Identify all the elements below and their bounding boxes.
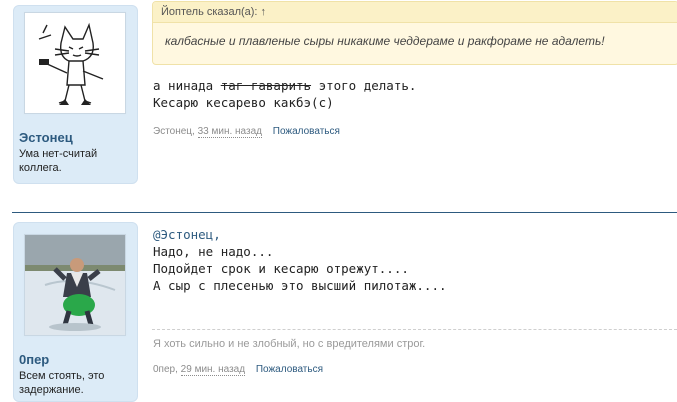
quote-text: калбасные и плавленые сыры никакиме чедд… (165, 34, 605, 48)
message-line: Кесарю кесарево какбэ(с) (153, 95, 334, 110)
message-text: а нинада таг гаварить этого делать. Кеса… (153, 77, 416, 111)
user-title: Всем стоять, это задержание. (19, 370, 105, 396)
message-text: @Эстонец, Надо, не надо... Подойдет срок… (153, 226, 447, 294)
avatar[interactable] (24, 12, 126, 114)
person-photo-avatar (25, 235, 125, 335)
message-text-part: этого делать. (311, 78, 417, 93)
post-separator (12, 212, 677, 213)
post-date[interactable]: 33 мин. назад (197, 126, 262, 138)
report-link[interactable]: Пожаловаться (273, 126, 340, 137)
username[interactable]: 0пер (19, 352, 49, 367)
post-date[interactable]: 29 мин. назад (180, 364, 246, 376)
message-line: Надо, не надо... (153, 244, 274, 259)
signature: Я хоть сильно и не злобный, но с вредите… (153, 338, 426, 350)
username[interactable]: Эстонец (19, 130, 73, 145)
post-meta: 0пер, 29 мин. назад Пожаловаться (153, 364, 323, 376)
strikethrough-text: таг гаварить (220, 78, 312, 93)
author-link[interactable]: 0пер, (153, 364, 178, 375)
quote-block: Йоптель сказал(а): ↑ калбасные и плавлен… (152, 1, 677, 65)
report-link[interactable]: Пожаловаться (256, 364, 323, 375)
signature-divider (152, 329, 677, 330)
message-line: Подойдет срок и кесарю отрежут.... (153, 261, 409, 276)
mention-link[interactable]: @Эстонец, (153, 227, 221, 242)
post-meta: Эстонец, 33 мин. назад Пожаловаться (153, 126, 340, 138)
author-link[interactable]: Эстонец, (153, 126, 195, 137)
message-line: А сыр с плесенью это высший пилотаж.... (153, 278, 447, 293)
avatar[interactable] (24, 234, 126, 336)
cat-drawing-avatar (38, 22, 104, 105)
message-text-part: а нинада (153, 78, 221, 93)
quote-header[interactable]: Йоптель сказал(а): ↑ (153, 2, 677, 23)
user-title: Ума нет-считай коллега. (19, 148, 98, 174)
